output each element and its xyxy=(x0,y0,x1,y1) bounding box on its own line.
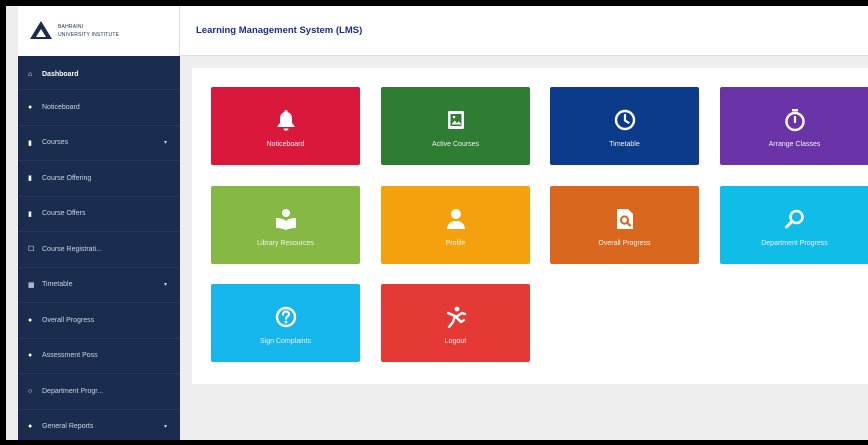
tile-library-resources[interactable]: Library Resources xyxy=(211,186,360,264)
sidebar-item-department-progr[interactable]: ○ Department Progr... xyxy=(18,374,180,410)
tile-label: Logout xyxy=(444,337,467,345)
book-icon: ▮ xyxy=(28,210,32,218)
sidebar-item-dashboard[interactable]: ⌂ Dashboard xyxy=(18,60,180,90)
sidebar-nav: ⌂ Dashboard ● Noticeboard ▮ Courses ▾ ▮ Course O… xyxy=(18,60,180,440)
tile-overall-progress[interactable]: Overall Progress xyxy=(550,186,699,264)
logo-text: BAHRAINI UNIVERSITY INSTITUTE xyxy=(58,24,119,38)
sidebar-item-label: Course Registrati... xyxy=(42,245,102,253)
circle-icon: ● xyxy=(28,352,33,360)
app-frame: BAHRAINI UNIVERSITY INSTITUTE ⌂ Dashboard… xyxy=(6,6,868,440)
reading-icon xyxy=(274,204,298,234)
sidebar-item-label: Dashboard xyxy=(42,71,79,78)
home-icon: ⌂ xyxy=(28,71,33,78)
sidebar-item-course-offers[interactable]: ▮ Course Offers xyxy=(18,197,180,232)
clock-icon: ○ xyxy=(28,387,33,395)
sidebar-item-label: Noticeboard xyxy=(42,103,80,111)
tile-arrange-classes[interactable]: Arrange Classes xyxy=(720,87,868,165)
tile-department-progress[interactable]: Department Progress xyxy=(720,186,868,264)
sidebar-item-assessment-poss[interactable]: ● Assessment Poss xyxy=(18,339,180,374)
dashboard-panel: Noticeboard Active Courses Timetable Arrang… xyxy=(192,68,868,384)
clipboard-icon: ☐ xyxy=(28,246,35,254)
sidebar-item-courses[interactable]: ▮ Courses ▾ xyxy=(18,126,180,161)
tile-label: Timetable xyxy=(609,140,640,148)
tile-noticeboard[interactable]: Noticeboard xyxy=(211,87,360,165)
top-bar: Learning Management System (LMS) xyxy=(180,6,868,56)
sidebar-item-label: Assessment Poss xyxy=(42,352,98,360)
sidebar-item-label: Course Offers xyxy=(42,210,86,218)
sidebar-item-label: Course Offering xyxy=(42,174,92,182)
tile-sign-complaints[interactable]: Sign Complaints xyxy=(211,284,360,362)
question-icon xyxy=(275,302,297,332)
bell-icon xyxy=(276,105,296,135)
sidebar-item-timetable[interactable]: ▦ Timetable ▾ xyxy=(18,268,180,303)
logo[interactable]: BAHRAINI UNIVERSITY INSTITUTE xyxy=(18,6,180,56)
tile-label: Department Progress xyxy=(761,239,828,247)
tile-label: Library Resources xyxy=(257,239,314,247)
tile-label: Active Courses xyxy=(431,140,480,148)
tile-label: Arrange Classes xyxy=(768,140,821,148)
sidebar-item-course-registrati[interactable]: ☐ Course Registrati... xyxy=(18,232,180,268)
tile-label: Profile xyxy=(445,239,466,247)
chevron-down-icon: ▾ xyxy=(164,140,168,147)
tile-timetable[interactable]: Timetable xyxy=(550,87,699,165)
sidebar-item-overall-progress[interactable]: ● Overall Progress xyxy=(18,303,180,339)
sidebar-item-general-reports[interactable]: ● General Reports ▾ xyxy=(18,410,180,441)
logo-icon xyxy=(30,21,52,41)
tile-label: Sign Complaints xyxy=(260,337,311,345)
logo-line: UNIVERSITY INSTITUTE xyxy=(58,32,120,38)
circle-icon: ● xyxy=(28,423,33,431)
calendar-icon: ▦ xyxy=(28,281,35,289)
chevron-down-icon: ▾ xyxy=(164,282,168,289)
image-icon xyxy=(447,105,465,135)
tile-logout[interactable]: Logout xyxy=(381,284,530,362)
sidebar-item-label: Department Progr... xyxy=(42,387,104,395)
sidebar-item-label: Courses xyxy=(42,139,69,147)
search-document-icon xyxy=(616,204,634,234)
sidebar-item-label: General Reports xyxy=(42,423,94,431)
sidebar-item-label: Timetable xyxy=(42,281,73,289)
book-icon: ▮ xyxy=(28,139,32,147)
sidebar-item-label: Overall Progress xyxy=(42,316,95,324)
tile-profile[interactable]: Profile xyxy=(381,186,530,264)
bell-icon: ● xyxy=(28,103,33,111)
user-icon xyxy=(445,204,467,234)
logo-line: BAHRAINI xyxy=(58,24,84,30)
clock-icon xyxy=(614,105,636,135)
chart-icon: ● xyxy=(28,316,33,324)
chevron-down-icon: ▾ xyxy=(164,424,168,431)
tile-label: Overall Progress xyxy=(598,239,651,247)
sidebar: BAHRAINI UNIVERSITY INSTITUTE ⌂ Dashboard… xyxy=(18,6,180,440)
book-icon: ▮ xyxy=(28,175,32,183)
sidebar-item-noticeboard[interactable]: ● Noticeboard xyxy=(18,90,180,126)
page-title: Learning Management System (LMS) xyxy=(196,25,363,36)
sidebar-item-course-offering[interactable]: ▮ Course Offering xyxy=(18,161,180,197)
tile-active-courses[interactable]: Active Courses xyxy=(381,87,530,165)
search-icon xyxy=(784,204,806,234)
logout-icon xyxy=(445,302,467,332)
stopwatch-icon xyxy=(784,105,806,135)
tile-label: Noticeboard xyxy=(266,140,305,148)
